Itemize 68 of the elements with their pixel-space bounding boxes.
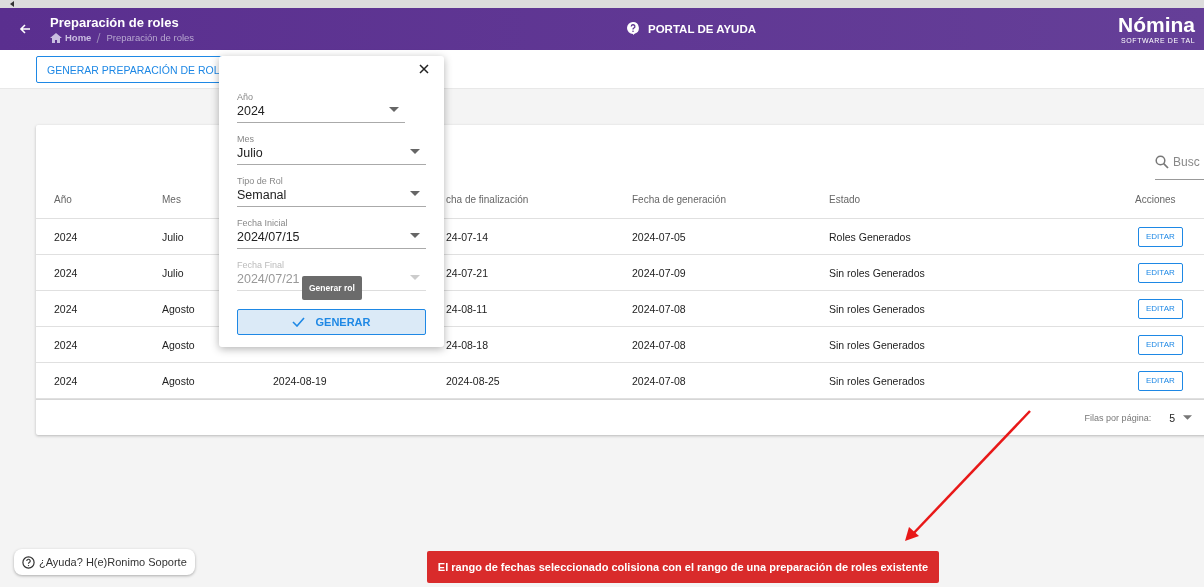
check-icon (292, 317, 306, 327)
breadcrumb-current: Preparación de roles (106, 32, 195, 43)
table-cell: 2024-08-19 (273, 374, 327, 387)
generate-confirm-button[interactable]: GENERAR (237, 309, 426, 335)
table-cell: 2024 (54, 338, 78, 351)
table-cell: Sin roles Generados (829, 266, 925, 279)
edit-button[interactable]: EDITAR (1138, 370, 1183, 391)
caret-icon (389, 107, 399, 112)
column-header: Estado (829, 193, 861, 205)
table-cell: Julio (162, 230, 184, 243)
table-cell: Agosto (162, 338, 195, 351)
table-cell: 2024 (54, 266, 78, 279)
table-cell: 2024-07-08 (632, 374, 686, 387)
column-header: Fecha de generación (632, 193, 726, 205)
table-cell: 2024-07-08 (632, 302, 686, 315)
table-cell: Sin roles Generados (829, 374, 925, 387)
table-cell: 2024 (54, 374, 78, 387)
search-icon (1155, 155, 1169, 169)
column-header: Acciones (1135, 193, 1176, 205)
table-cell: 2024-07-05 (632, 230, 686, 243)
page-title: Preparación de roles (50, 15, 180, 30)
breadcrumb-separator-icon (96, 32, 102, 43)
column-header: Mes (162, 193, 181, 205)
edit-button[interactable]: EDITAR (1138, 226, 1183, 247)
help-portal-link[interactable]: PORTAL DE AYUDA (627, 22, 756, 35)
table-cell: 2024 (54, 230, 78, 243)
help-icon (627, 22, 639, 35)
table-cell: Agosto (162, 374, 195, 387)
table-cell: Agosto (162, 302, 195, 315)
table-cell: Sin roles Generados (829, 302, 925, 315)
column-header: Año (54, 193, 72, 205)
rows-per-page-select[interactable]: 5 (1169, 411, 1192, 424)
caret-icon (1183, 415, 1192, 420)
table-cell: Julio (162, 266, 184, 279)
home-icon (50, 32, 62, 43)
help-icon (22, 555, 35, 569)
select-field[interactable]: Tipo de Rol Semanal (237, 165, 426, 207)
caret-icon (410, 149, 420, 154)
error-toast: El rango de fechas seleccionado colisiona con el rango de una preparación de roles existente (427, 551, 939, 583)
rows-per-page-label: Filas por página: (1084, 412, 1152, 423)
search-input[interactable]: Busc (1173, 155, 1203, 169)
breadcrumb-home-link[interactable]: Home (50, 32, 92, 43)
select-field[interactable]: Año 2024 (237, 81, 405, 123)
table-cell: 24-07-21 (446, 266, 489, 279)
table-cell: 2024 (54, 302, 78, 315)
help-button[interactable]: ¿Ayuda? H(e)Ronimo Soporte (14, 549, 195, 575)
back-arrow-icon (19, 23, 31, 35)
caret-icon (410, 233, 420, 238)
column-header: cha de finalización (446, 193, 529, 205)
search-field[interactable]: Busc (1155, 149, 1204, 180)
table-cell: 24-08-11 (446, 302, 488, 315)
caret-icon (410, 275, 420, 280)
select-field[interactable]: Mes Julio (237, 123, 426, 165)
select-field[interactable]: Fecha Inicial 2024/07/15 (237, 207, 426, 249)
table-cell: Sin roles Generados (829, 338, 925, 351)
scroll-left-icon[interactable] (10, 1, 14, 7)
table-cell: 24-07-14 (446, 230, 489, 243)
table-cell: 24-08-18 (446, 338, 489, 351)
table-cell: 2024-07-08 (632, 338, 686, 351)
edit-button[interactable]: EDITAR (1138, 298, 1183, 319)
table-cell: Roles Generados (829, 230, 911, 243)
table-cell: 2024-08-25 (446, 374, 500, 387)
edit-button[interactable]: EDITAR (1138, 262, 1183, 283)
edit-button[interactable]: EDITAR (1138, 334, 1183, 355)
tooltip: Generar rol (302, 276, 362, 300)
table-cell: 2024-07-09 (632, 266, 686, 279)
caret-icon (410, 191, 420, 196)
logo-name: Nómina (1118, 12, 1196, 37)
